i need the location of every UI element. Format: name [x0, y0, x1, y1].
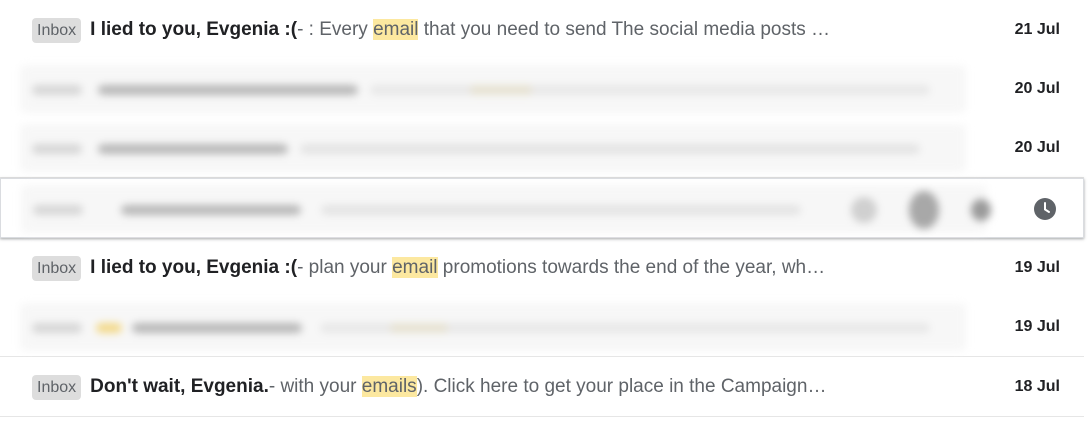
search-highlight: email: [373, 19, 419, 40]
email-line: Inbox I lied to you, Evgenia :( - plan y…: [32, 238, 918, 298]
email-subject: Don't wait, Evgenia.: [90, 376, 269, 397]
email-line: Inbox I lied to you, Evgenia :( - : Ever…: [32, 0, 918, 60]
email-date: 19 Jul: [1014, 318, 1060, 335]
email-row[interactable]: Inbox Don't wait, Evgenia. - with your e…: [0, 357, 1084, 417]
email-snippet: - plan your email promotions towards the…: [297, 257, 825, 279]
email-date: 20 Jul: [1014, 139, 1060, 156]
email-list: Inbox I lied to you, Evgenia :( - : Ever…: [0, 0, 1090, 427]
email-row[interactable]: Inbox I lied to you, Evgenia :( - : Ever…: [0, 0, 1084, 60]
row-actions: [1033, 179, 1057, 239]
clock-icon[interactable]: [1033, 197, 1057, 221]
email-subject: I lied to you, Evgenia :(: [90, 19, 298, 40]
email-date: 18 Jul: [1014, 378, 1060, 395]
snippet-text: - plan your: [297, 257, 393, 278]
snippet-text: ). Click here to get your place in the C…: [416, 376, 827, 397]
blurred-content: [20, 303, 966, 351]
email-snippet: - : Every email that you need to send Th…: [297, 19, 830, 41]
snippet-text: promotions towards the end of the year, …: [437, 257, 826, 278]
blurred-content: [21, 185, 991, 233]
snippet-text: that you need to send The social media p…: [418, 19, 831, 40]
search-highlight: emails: [361, 376, 417, 397]
email-date: 21 Jul: [1014, 21, 1060, 38]
inbox-label: Inbox: [32, 17, 82, 43]
email-snippet: - with your emails). Click here to get y…: [268, 376, 827, 398]
email-subject: I lied to you, Evgenia :(: [90, 257, 298, 278]
email-row-hovered[interactable]: [0, 178, 1084, 238]
email-date: 19 Jul: [1014, 259, 1060, 276]
email-row-blurred[interactable]: 20 Jul: [0, 59, 1084, 119]
snippet-text: - with your: [268, 376, 362, 397]
email-date: 20 Jul: [1014, 80, 1060, 97]
blurred-content: [20, 65, 966, 113]
email-row-blurred[interactable]: 19 Jul: [0, 297, 1084, 357]
snippet-text: - : Every: [297, 19, 374, 40]
email-line: Inbox Don't wait, Evgenia. - with your e…: [32, 357, 918, 417]
blurred-content: [20, 124, 966, 172]
inbox-label: Inbox: [32, 255, 82, 281]
email-row[interactable]: Inbox I lied to you, Evgenia :( - plan y…: [0, 238, 1084, 298]
search-highlight: email: [392, 257, 438, 278]
inbox-label: Inbox: [32, 374, 82, 400]
email-row-blurred[interactable]: 20 Jul: [0, 118, 1084, 178]
